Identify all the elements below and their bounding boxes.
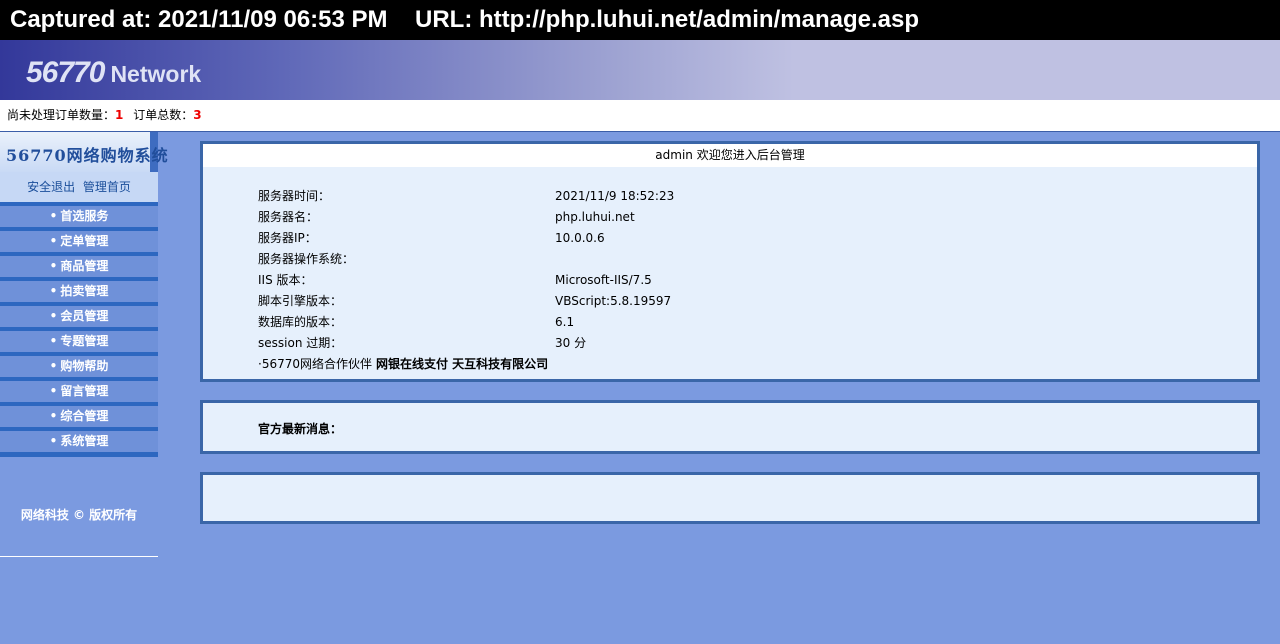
sidebar-title: 56770网络购物系统 xyxy=(0,132,168,172)
menu-item-member-management[interactable]: • 会员管理 xyxy=(0,302,158,327)
menu-item-topic-management[interactable]: • 专题管理 xyxy=(0,327,158,352)
menu-item-general-management[interactable]: • 综合管理 xyxy=(0,402,158,427)
partner-line: ·56770网络合作伙伴 网银在线支付 天互科技有限公司 xyxy=(258,357,549,371)
capture-url: URL: http://php.luhui.net/admin/manage.a… xyxy=(415,6,919,33)
capture-bar: Captured at: 2021/11/09 06:53 PM URL: ht… xyxy=(0,0,1280,40)
server-time-row: 服务器时间： 2021/11/9 18:52:23 xyxy=(258,189,675,203)
server-os-row: 服务器操作系统： xyxy=(258,252,355,266)
menu-item-product-management[interactable]: • 商品管理 xyxy=(0,252,158,277)
iis-version-row: IIS 版本： Microsoft-IIS/7.5 xyxy=(258,273,652,287)
session-timeout-row: session 过期： 30 分 xyxy=(258,336,587,350)
site-logo: 56770 Network xyxy=(26,56,202,89)
menu-item-preferred-services[interactable]: • 首选服务 xyxy=(0,202,158,227)
partner-links[interactable]: 网银在线支付 天互科技有限公司 xyxy=(376,357,548,371)
server-info-panel: admin 欢迎您进入后台管理 服务器时间： 2021/11/9 18:52:23… xyxy=(200,141,1260,382)
total-orders-label: 订单总数： xyxy=(133,108,194,122)
header-banner: 56770 Network xyxy=(0,40,1280,100)
menu-item-order-management[interactable]: • 定单管理 xyxy=(0,227,158,252)
sidebar: 56770网络购物系统 安全退出 管理首页 • 首选服务 • 定单管理 • 商品管理 … xyxy=(0,132,168,644)
news-label: 官方最新消息： xyxy=(258,422,343,436)
pending-orders-count: 1 xyxy=(115,108,124,122)
sidebar-quick-links: 安全退出 管理首页 xyxy=(0,172,158,202)
welcome-title: admin 欢迎您进入后台管理 xyxy=(203,144,1257,167)
sidebar-menu: • 首选服务 • 定单管理 • 商品管理 • 拍卖管理 • 会员管理 • 专题管理 • 购物帮… xyxy=(0,202,158,457)
sidebar-divider xyxy=(0,556,158,557)
menu-item-system-management[interactable]: • 系统管理 xyxy=(0,427,158,452)
empty-panel xyxy=(200,472,1260,524)
news-panel: 官方最新消息： xyxy=(200,400,1260,454)
server-ip-row: 服务器IP： 10.0.0.6 xyxy=(258,231,605,245)
order-status-bar: 尚未处理订单数量：1 订单总数：3 xyxy=(0,100,1280,132)
menu-item-auction-management[interactable]: • 拍卖管理 xyxy=(0,277,158,302)
server-name-row: 服务器名： php.luhui.net xyxy=(258,210,635,224)
menu-divider xyxy=(0,452,158,457)
database-version-row: 数据库的版本： 6.1 xyxy=(258,315,575,329)
menu-item-message-management[interactable]: • 留言管理 xyxy=(0,377,158,402)
pending-orders-label: 尚未处理订单数量： xyxy=(7,108,116,122)
capture-time: Captured at: 2021/11/09 06:53 PM xyxy=(10,6,388,33)
menu-item-shopping-help[interactable]: • 购物帮助 xyxy=(0,352,158,377)
server-info-list: 服务器时间： 2021/11/9 18:52:23 服务器名： php.luhui.… xyxy=(258,186,675,375)
total-orders-count: 3 xyxy=(193,108,202,122)
admin-home-link[interactable]: 管理首页 xyxy=(83,180,131,194)
copyright-text: 网络科技 © 版权所有 xyxy=(20,508,138,522)
script-engine-row: 脚本引擎版本： VBScript:5.8.19597 xyxy=(258,294,672,308)
logout-link[interactable]: 安全退出 xyxy=(27,180,75,194)
